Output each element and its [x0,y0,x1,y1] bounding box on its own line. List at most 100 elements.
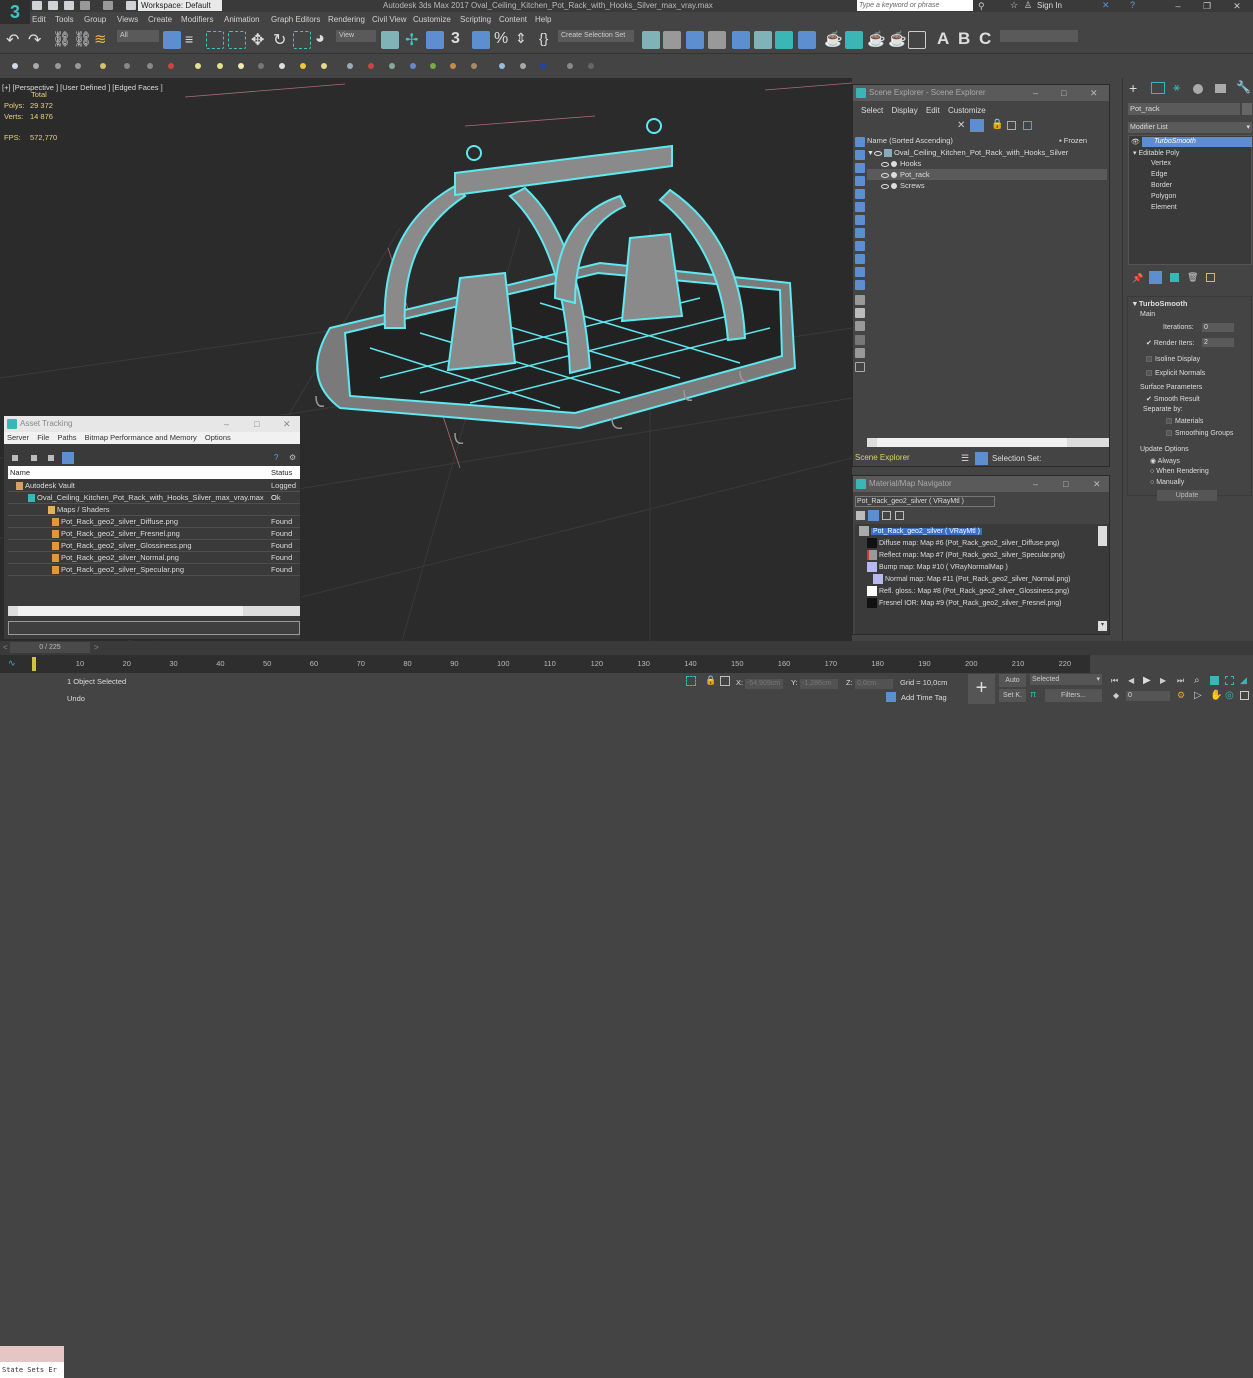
map-item[interactable]: Normal map: Map #11 (Pot_Rack_geo2_silve… [873,574,1070,584]
maximize-button[interactable]: ❐ [1192,0,1222,12]
always-radio[interactable]: ◉ Always [1150,457,1180,465]
smooth-result-checkbox[interactable]: ✔ Smooth Result [1146,395,1200,403]
time-tag-icon[interactable] [886,692,896,702]
view-icon[interactable] [12,455,18,461]
map-item[interactable]: Fresnel IOR: Map #9 (Pot_Rack_geo2_silve… [867,598,1061,608]
iterations-spinner[interactable]: 0 [1202,323,1234,332]
app-logo[interactable]: 3 [0,0,30,24]
menu-animation[interactable]: Animation [224,15,260,24]
toolbar-icon[interactable] [520,63,526,69]
menu-display[interactable]: Display [891,106,917,115]
play-icon[interactable]: ▶ [1143,675,1151,686]
menu-civil-view[interactable]: Civil View [372,15,407,24]
table-row[interactable]: Pot_Rack_geo2_silver_Specular.png Found [8,564,300,576]
workspace-dropdown[interactable]: Workspace: Default [138,0,222,11]
favorites-icon[interactable]: ☆ [1010,0,1018,11]
create-tab-icon[interactable]: + [1129,80,1137,96]
helpers-filter-icon[interactable] [855,189,865,199]
menu-group[interactable]: Group [84,15,106,24]
add-time-tag-button[interactable]: Add Time Tag [901,693,947,702]
move-icon[interactable]: ✥ [251,30,264,50]
maximize-viewport-icon[interactable] [1240,691,1249,700]
table-row[interactable]: Pot_Rack_geo2_silver_Fresnel.png Found [8,528,300,540]
go-to-start-icon[interactable]: ⏮ [1111,676,1118,686]
xrefs-filter-icon[interactable] [855,228,865,238]
status-column-header[interactable]: Status [271,466,292,479]
clear-filter-icon[interactable]: ✕ [957,120,965,131]
placement-icon[interactable]: ◕ [315,30,325,48]
table-view-icon[interactable] [62,452,74,464]
smoothing-groups-checkbox[interactable]: Smoothing Groups [1166,430,1233,437]
toolbar-icon[interactable] [75,63,81,69]
zoom-all-icon[interactable] [1210,676,1219,685]
shapes-filter-icon[interactable] [855,150,865,160]
stack-item-turbosmooth[interactable]: TurboSmooth [1142,137,1252,147]
scrollbar-thumb[interactable] [877,438,1067,447]
close-button[interactable]: ✕ [1093,476,1101,492]
maximize-button[interactable]: □ [1063,476,1068,492]
when-rendering-radio[interactable]: ○ When Rendering [1150,468,1209,475]
utilities-tab-icon[interactable]: 🔧 [1236,80,1251,94]
sun-icon[interactable] [300,63,306,69]
exchange-icon[interactable]: ✕ [1102,0,1110,11]
toolbar-icon[interactable] [389,63,395,69]
render-c-icon[interactable]: C [979,29,991,49]
light-icon[interactable] [279,63,285,69]
horizontal-scrollbar[interactable] [867,438,1109,447]
hierarchy-tab-icon[interactable]: ⚹ [1173,80,1180,95]
menu-customize[interactable]: Customize [413,15,451,24]
visibility-icon[interactable] [881,172,889,178]
keyboard-shortcut-icon[interactable] [426,31,444,49]
bake-icon[interactable] [855,362,865,372]
material-editor-icon[interactable]: ☕ [824,30,843,48]
close-button[interactable]: ✕ [1090,85,1098,101]
search-input[interactable]: Type a keyword or phrase [857,0,973,11]
explorer-selector[interactable]: Scene Explorer [855,453,955,465]
map-item[interactable]: Refl. gloss.: Map #8 (Pot_Rack_geo2_silv… [867,586,1069,596]
close-button[interactable]: ✕ [1222,0,1252,12]
expand-arrow-icon[interactable]: ▼ [867,150,874,157]
show-end-result-icon[interactable] [1149,271,1162,284]
filter-icon[interactable] [970,119,984,132]
zoom-extents-icon[interactable] [1225,676,1234,685]
scrollbar-thumb[interactable] [18,606,243,616]
window-crossing-icon[interactable] [228,31,246,49]
map-item[interactable]: Diffuse map: Map #6 (Pot_Rack_geo2_silve… [867,538,1059,548]
next-frame-button[interactable]: > [94,643,99,652]
subobject-vertex[interactable]: Vertex [1151,160,1171,167]
redo-icon[interactable]: ↷ [28,30,41,50]
menu-bitmap-performance[interactable]: Bitmap Performance and Memory [85,433,197,442]
menu-file[interactable]: File [37,433,49,442]
time-slider[interactable]: < 0 / 225 > [0,641,1253,655]
current-material-field[interactable]: Pot_Rack_geo2_silver ( VRayMtl ) [855,496,995,507]
close-button[interactable]: ✕ [283,416,291,432]
menu-rendering[interactable]: Rendering [328,15,365,24]
toolbar-icon[interactable] [410,63,416,69]
layers-icon[interactable]: ☰ [961,453,969,464]
object-color-swatch[interactable] [1242,103,1252,115]
toolbar-icon[interactable] [368,63,374,69]
visibility-icon[interactable] [873,150,882,156]
object-name-field[interactable]: Pot_rack [1128,103,1240,115]
render-iterative-icon[interactable] [908,31,926,49]
toolbar-icon[interactable] [55,63,61,69]
absolute-mode-icon[interactable] [720,676,730,686]
tree-item-hooks[interactable]: Hooks [867,158,1107,169]
rect-selection-icon[interactable] [206,31,224,49]
select-by-name-icon[interactable]: ≡ [185,31,193,47]
toolbar-icon[interactable] [588,63,594,69]
display-all-icon[interactable] [855,295,865,305]
menu-help[interactable]: Help [535,15,551,24]
large-icons-view-icon[interactable] [895,511,904,520]
curve-editor-mini-icon[interactable]: ∿ [8,658,16,669]
tree-item-pot-rack[interactable]: Pot_rack [867,169,1107,180]
unlink-icon[interactable]: ⛓ [73,30,92,48]
x-coordinate[interactable]: -54,909cm [745,679,783,689]
maximize-button[interactable]: □ [1061,85,1066,101]
layer-explorer-icon[interactable] [708,31,726,49]
explicit-normals-checkbox[interactable]: Explicit Normals [1146,370,1205,377]
containers-filter-icon[interactable] [855,254,865,264]
zoom-extents-all-icon[interactable]: ◢ [1240,675,1247,686]
toolbar-icon[interactable] [567,63,573,69]
lights-filter-icon[interactable] [855,163,865,173]
